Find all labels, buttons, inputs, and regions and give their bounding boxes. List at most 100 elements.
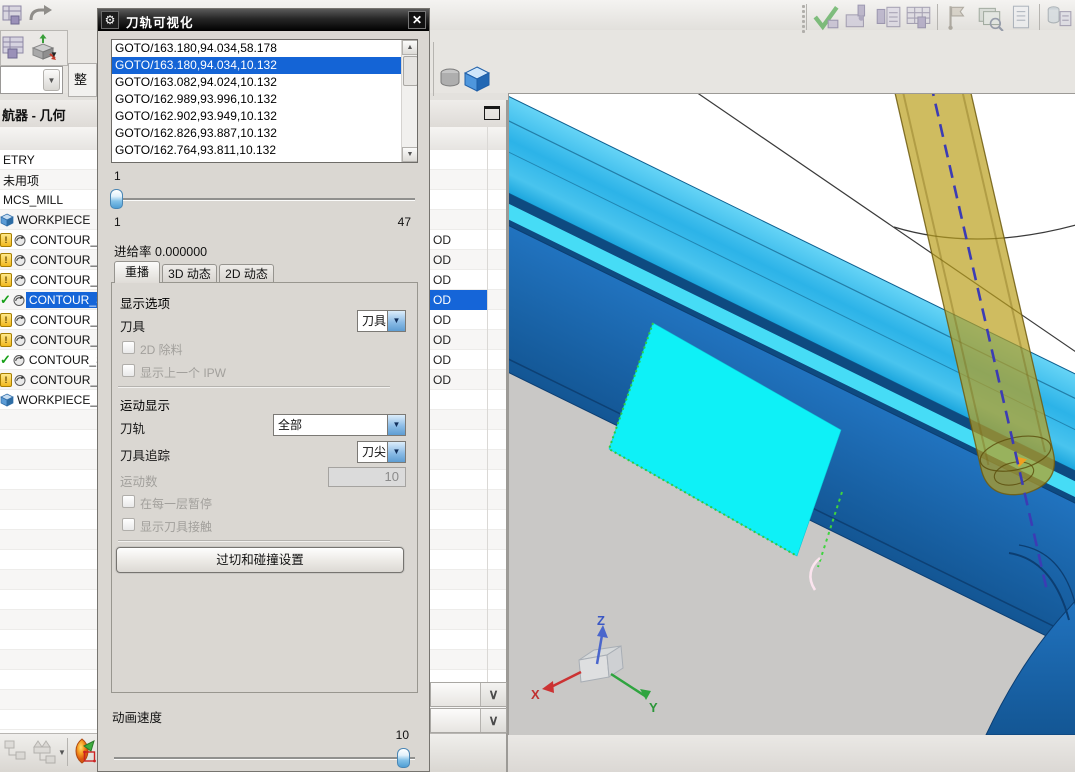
animation-speed-label: 动画速度 [112, 711, 163, 725]
gear-icon[interactable]: ⚙ [101, 11, 119, 29]
arrow-tool-icon[interactable] [27, 2, 53, 26]
tree-item[interactable]: ! CONTOUR_A [0, 250, 97, 270]
operation-icon [14, 315, 26, 326]
collapsed-section-bar[interactable]: ∨ [430, 708, 507, 733]
motion-count-input[interactable]: 10 [328, 467, 406, 487]
axis-label-z: Z [597, 613, 605, 628]
tree-item[interactable]: MCS_MILL [0, 190, 97, 210]
viewport-3d-scene[interactable]: Z X Y [329, 21, 1075, 772]
scrollbar[interactable]: ▲ ▼ [401, 40, 417, 162]
blank-stock-icon[interactable] [438, 66, 462, 93]
goto-list-item[interactable]: GOTO/163.180,94.034,58.178 [112, 40, 417, 57]
tool-trace-combobox[interactable]: 刀尖 ▼ [357, 441, 406, 463]
tree-item[interactable]: ! CONTOUR_S [0, 370, 97, 390]
feed-rate-value: 0.000000 [155, 245, 208, 259]
close-icon[interactable]: ✕ [408, 11, 426, 29]
goto-list-item[interactable]: GOTO/162.764,93.811,10.132 [112, 142, 417, 159]
tool-table-icon[interactable] [1045, 3, 1073, 31]
warning-icon: ! [0, 333, 12, 347]
tree-item-label: 未用项 [3, 173, 40, 188]
animation-speed-slider-track[interactable] [114, 757, 415, 760]
goto-list-item[interactable]: GOTO/162.902,93.949,10.132 [112, 108, 417, 125]
gouge-collision-settings-button[interactable]: 过切和碰撞设置 [116, 547, 404, 573]
tool-field-label: 刀具 [120, 320, 146, 334]
toolpath-visualization-dialog: ⚙ 刀轨可视化 ✕ GOTO/163.180,94.034,58.178 GOTO… [97, 8, 430, 772]
combobox-caret[interactable]: ▼ [43, 69, 60, 91]
collapsed-section-bar[interactable]: ∨ [430, 682, 507, 707]
expand-chevron-button[interactable]: ∨ [480, 709, 506, 732]
maximize-icon[interactable] [484, 106, 500, 120]
tree-item[interactable]: ! CONTOUR_S [0, 270, 97, 290]
checkbox-2d-material[interactable] [122, 341, 135, 354]
method-column-cell[interactable]: OD [430, 370, 487, 390]
column-divider[interactable] [487, 127, 488, 682]
chevron-down-icon[interactable]: ▼ [387, 415, 405, 435]
geometry-analysis-icon[interactable] [71, 737, 98, 767]
goto-list-item[interactable]: GOTO/162.989,93.996,10.132 [112, 91, 417, 108]
partial-toolbar-icon[interactable] [1, 2, 25, 26]
chevron-down-icon[interactable]: ▼ [387, 311, 405, 331]
tree-item[interactable]: ! CONTOUR_S [0, 330, 97, 350]
combobox-value: 刀具 [362, 314, 387, 328]
goto-list-item[interactable]: GOTO/163.082,94.024,10.132 [112, 74, 417, 91]
view-combobox[interactable]: ▼ [0, 66, 63, 94]
tree-item-label: CONTOUR_A [30, 233, 97, 247]
tree-item[interactable]: 未用项 [0, 170, 97, 190]
machine-tool-view-icon[interactable] [31, 737, 58, 765]
method-column-cell[interactable]: OD [430, 310, 487, 330]
feed-rate-label: 进给率 [114, 245, 152, 259]
tool-display-combobox[interactable]: 刀具 ▼ [357, 310, 406, 332]
workpiece-tool-icon[interactable] [843, 3, 871, 31]
tree-item[interactable]: ETRY [0, 150, 97, 170]
dialog-titlebar[interactable]: ⚙ 刀轨可视化 ✕ [98, 9, 429, 31]
view-dropdown-caret[interactable]: ▼ [58, 748, 66, 757]
checkbox-show-ipw[interactable] [122, 364, 135, 377]
chevron-down-icon[interactable]: ▼ [387, 442, 405, 462]
operation-icon [13, 295, 25, 306]
scroll-up-button[interactable]: ▲ [402, 40, 417, 55]
checkbox-pause-each-level[interactable] [122, 495, 135, 508]
tree-item-label: CONTOUR_S [25, 292, 97, 308]
scrollbar-thumb[interactable] [403, 56, 417, 86]
toolbar-separator [806, 4, 807, 30]
goto-list[interactable]: GOTO/163.180,94.034,58.178 GOTO/163.180,9… [111, 39, 418, 163]
verify-toolpath-icon[interactable] [812, 3, 840, 31]
flag-icon[interactable] [943, 3, 971, 31]
document-icon[interactable] [1007, 3, 1035, 31]
program-order-view-icon[interactable] [3, 739, 28, 765]
machine-grid-icon[interactable] [905, 3, 933, 31]
workpiece-box-icon[interactable] [464, 65, 491, 93]
method-column-cell[interactable]: OD [430, 330, 487, 350]
tree-item[interactable]: WORKPIECE [0, 210, 97, 230]
method-column-cell[interactable]: OD [430, 270, 487, 290]
tree-item[interactable]: ! CONTOUR_S [0, 310, 97, 330]
tree-item[interactable]: WORKPIECE_1 [0, 390, 97, 410]
scroll-down-button[interactable]: ▼ [402, 147, 417, 162]
fit-view-button[interactable]: 整 [68, 63, 97, 97]
toolbar-dropdown-caret[interactable]: ▼ [50, 50, 58, 59]
method-column-cell[interactable]: OD [430, 250, 487, 270]
method-column-cell[interactable]: OD [430, 350, 487, 370]
goto-list-item[interactable]: GOTO/162.826,93.887,10.132 [112, 125, 417, 142]
progress-slider-track[interactable] [114, 198, 415, 201]
graphics-viewport[interactable]: Z X Y [329, 21, 1075, 772]
tree-item-label: CONTOUR_S [28, 353, 97, 367]
tab-replay[interactable]: 重播 [114, 261, 160, 283]
checkbox-show-tool-contact[interactable] [122, 518, 135, 531]
progress-slider-thumb[interactable] [110, 189, 123, 209]
tool-list-icon[interactable] [874, 3, 902, 31]
goto-list-item[interactable]: GOTO/163.180,94.034,10.132 [112, 57, 417, 74]
tab-2d-dynamic[interactable]: 2D 动态 [219, 264, 274, 283]
expand-chevron-button[interactable]: ∨ [480, 683, 506, 706]
layer-grid-icon[interactable] [2, 34, 27, 60]
tree-item[interactable]: ✓ CONTOUR_S [0, 290, 97, 310]
tab-3d-dynamic[interactable]: 3D 动态 [162, 264, 217, 283]
method-column-cell[interactable]: OD [430, 290, 487, 310]
tree-item[interactable]: ✓ CONTOUR_S [0, 350, 97, 370]
feed-rate-row: 进给率 0.000000 [114, 241, 207, 260]
method-column-cell[interactable]: OD [430, 230, 487, 250]
toolpath-display-combobox[interactable]: 全部 ▼ [273, 414, 406, 436]
layer-sheets-icon[interactable] [976, 3, 1004, 31]
tree-item[interactable]: ! CONTOUR_A [0, 230, 97, 250]
animation-speed-slider-thumb[interactable] [397, 748, 410, 768]
